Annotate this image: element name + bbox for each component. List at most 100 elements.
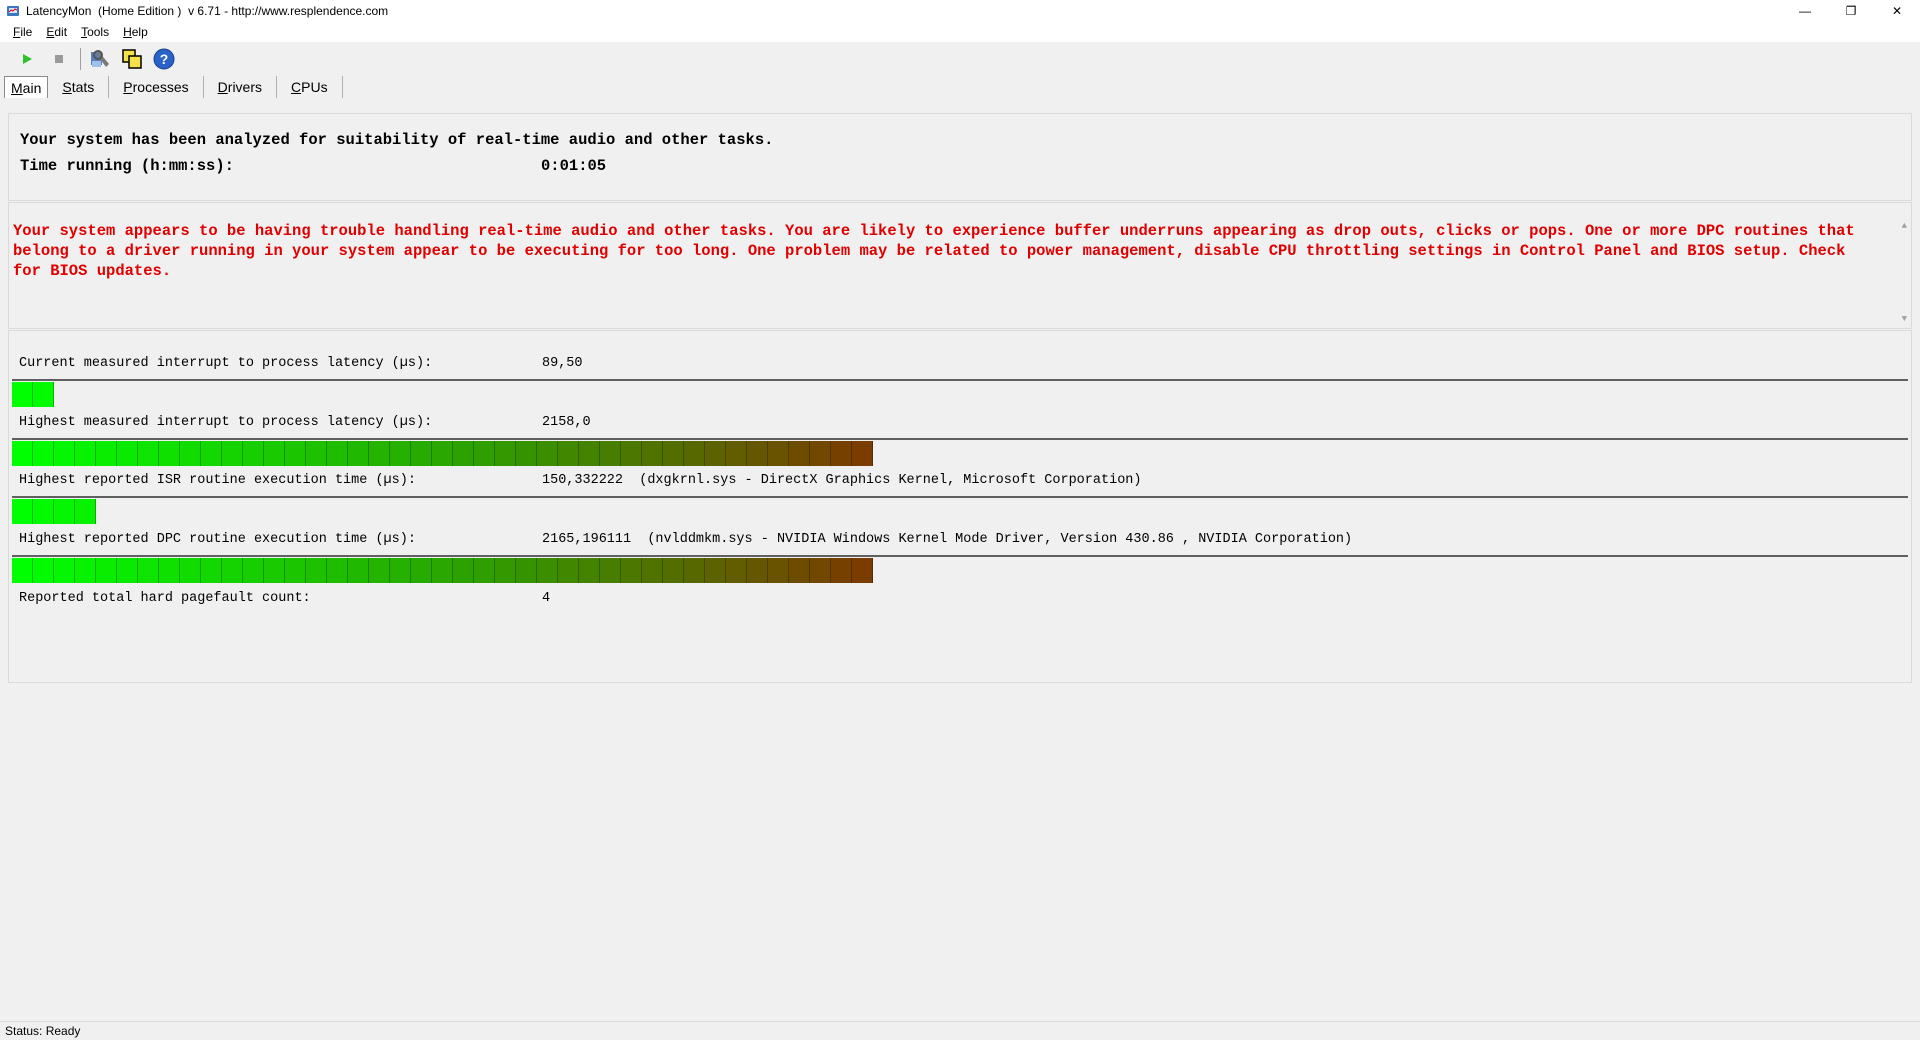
bar-segment [96,558,117,583]
tab-cpus[interactable]: C PUs [277,76,343,98]
scroll-up-icon[interactable]: ▲ [1902,221,1907,231]
bar-segment [54,558,75,583]
title-bar: LatencyMon (Home Edition ) v 6.71 - http… [0,0,1920,22]
latencymon-window: LatencyMon (Home Edition ) v 6.71 - http… [0,0,1920,1040]
tab-stats[interactable]: Stats [48,76,110,98]
restore-icon: ❐ [1845,4,1857,18]
help-button[interactable]: ? [151,46,177,72]
menu-help[interactable]: Help [116,25,155,39]
windows-icon [122,49,142,69]
tab-main[interactable]: Main [4,76,49,98]
bar-segment [12,441,33,466]
time-running-value: 0:01:05 [541,157,607,175]
status-text: Status: Ready [5,1024,81,1038]
bar-segment [705,441,726,466]
bar-segment [747,441,768,466]
dpc-value: 2165,196111 (nvlddmkm.sys - NVIDIA Windo… [542,532,1353,547]
conclusion-panel[interactable]: Your system appears to be having trouble… [8,202,1912,329]
highest-latency-label: Highest measured interrupt to process la… [19,415,433,430]
bar-segment [852,441,873,466]
bar-segment [306,558,327,583]
tab-strip: Main Stats Processes Drivers C PUs [4,74,343,98]
bar-segment [789,441,810,466]
bar-segment [75,499,96,524]
bar-segment [495,558,516,583]
scroll-down-icon[interactable]: ▼ [1902,314,1907,324]
menu-edit[interactable]: Edit [39,25,74,39]
bar-segment [33,441,54,466]
bar-segment [180,441,201,466]
conclusion-message: Your system appears to be having trouble… [13,222,1855,280]
bar-segment [747,558,768,583]
stop-button[interactable] [46,46,72,72]
options-button[interactable] [87,46,113,72]
bar-segment [852,558,873,583]
bar-segment [684,558,705,583]
bar-segment [642,441,663,466]
bar-segment [117,441,138,466]
highest-latency-bar-fill [12,441,873,466]
close-button[interactable]: ✕ [1874,0,1920,22]
minimize-button[interactable]: — [1782,0,1828,22]
metrics-panel: Current measured interrupt to process la… [8,330,1912,683]
app-icon [7,6,19,16]
bar-segment [474,558,495,583]
menu-file[interactable]: File [0,25,39,39]
start-button[interactable] [14,46,40,72]
bar-segment [390,558,411,583]
current-latency-label: Current measured interrupt to process la… [19,356,433,371]
bar-segment [348,558,369,583]
bar-segment [201,558,222,583]
menu-bar: File Edit Tools Help [0,22,1920,42]
bar-segment [327,558,348,583]
bar-segment [663,441,684,466]
bar-segment [285,558,306,583]
menu-tools[interactable]: Tools [74,25,116,39]
bar-segment [411,441,432,466]
dpc-bar [12,555,1908,583]
bar-segment [537,558,558,583]
bar-segment [33,558,54,583]
bar-segment [96,441,117,466]
bar-segment [810,558,831,583]
restore-button[interactable]: ❐ [1828,0,1874,22]
toolbar: ? [0,44,1920,74]
bar-segment [474,441,495,466]
current-latency-value: 89,50 [542,356,583,371]
tab-drivers[interactable]: Drivers [204,76,278,98]
bar-segment [558,441,579,466]
bar-segment [663,558,684,583]
bar-segment [390,441,411,466]
bar-segment [75,558,96,583]
bar-segment [201,441,222,466]
bar-segment [453,558,474,583]
bar-segment [264,558,285,583]
time-running-label: Time running (h:mm:ss): [20,157,234,175]
toolbar-separator [80,48,81,70]
current-latency-bar [12,379,1908,407]
isr-value: 150,332222 (dxgkrnl.sys - DirectX Graphi… [542,473,1142,488]
help-icon: ? [153,48,175,70]
close-icon: ✕ [1891,4,1903,18]
isr-bar-fill [12,499,96,524]
current-latency-bar-fill [12,382,54,407]
tab-processes[interactable]: Processes [109,76,204,98]
bar-segment [516,441,537,466]
window-title: LatencyMon (Home Edition ) v 6.71 - http… [26,4,389,18]
bar-segment [138,441,159,466]
bar-segment [537,441,558,466]
play-icon [23,54,32,64]
analysis-statement: Your system has been analyzed for suitab… [20,131,774,149]
bar-segment [180,558,201,583]
bar-segment [789,558,810,583]
bar-segment [705,558,726,583]
bar-segment [12,382,33,407]
windows-button[interactable] [119,46,145,72]
bar-segment [33,499,54,524]
bar-segment [117,558,138,583]
bar-segment [75,441,96,466]
bar-segment [579,441,600,466]
bar-segment [411,558,432,583]
help-glyph: ? [160,51,169,67]
bar-segment [768,558,789,583]
